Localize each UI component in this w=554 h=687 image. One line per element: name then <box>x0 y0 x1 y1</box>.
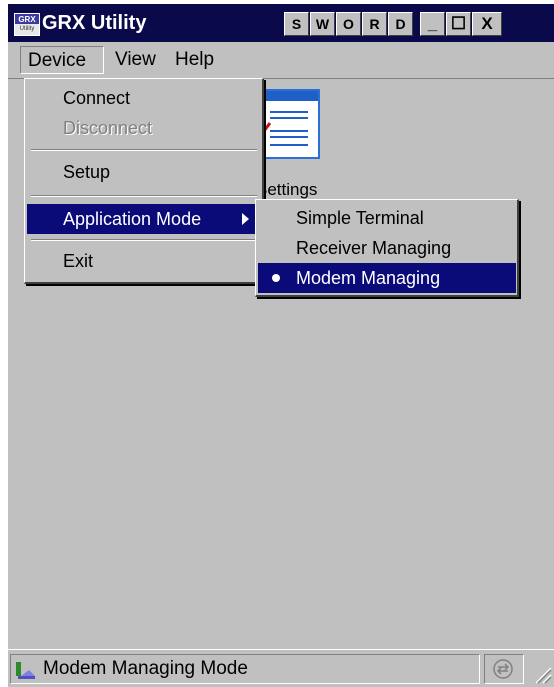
title-button-o[interactable]: O <box>336 12 361 36</box>
submenu-item-modem-managing[interactable]: Modem Managing <box>258 263 516 293</box>
menu-item-exit[interactable]: Exit <box>27 246 261 276</box>
menu-item-application-mode[interactable]: Application Mode <box>27 204 261 234</box>
selected-bullet-icon <box>272 274 280 282</box>
menu-bar: Device View Help <box>8 42 554 78</box>
title-button-d[interactable]: D <box>388 12 413 36</box>
menu-item-disconnect: Disconnect <box>63 118 153 138</box>
app-icon[interactable]: GRX Utility <box>14 13 40 36</box>
menu-device[interactable]: Device <box>20 46 104 74</box>
title-button-s[interactable]: S <box>284 12 309 36</box>
app-icon-text: GRX <box>18 15 36 24</box>
menu-separator <box>31 149 257 151</box>
minimize-button[interactable]: _ <box>420 12 445 36</box>
menu-item-connect[interactable]: Connect <box>27 83 261 113</box>
title-button-w[interactable]: W <box>310 12 335 36</box>
modem-icon <box>16 662 35 679</box>
menu-item-application-mode-label: Application Mode <box>63 209 202 229</box>
maximize-button[interactable]: ☐ <box>446 12 471 36</box>
connection-status-icon <box>493 659 513 679</box>
submenu-item-modem-managing-label: Modem Managing <box>296 268 441 288</box>
application-mode-submenu: Simple Terminal Receiver Managing Modem … <box>255 199 519 297</box>
device-menu-dropdown: Connect Disconnect Setup Application Mod… <box>24 78 264 284</box>
status-bar: Modem Managing Mode <box>8 649 554 687</box>
menu-help[interactable]: Help <box>168 46 221 74</box>
status-pane-indicator <box>484 654 524 684</box>
window-title: GRX Utility <box>42 12 147 34</box>
app-icon-subtext: Utility <box>19 26 35 32</box>
app-window: GRX Utility GRX Utility S W O R D _ ☐ X … <box>8 4 554 687</box>
close-button[interactable]: X <box>472 12 502 36</box>
resize-grip-icon[interactable] <box>528 656 552 684</box>
title-bar[interactable]: GRX Utility GRX Utility S W O R D _ ☐ X <box>8 4 554 42</box>
submenu-item-receiver-managing[interactable]: Receiver Managing <box>258 233 516 263</box>
menu-separator <box>31 195 257 197</box>
submenu-item-simple-terminal[interactable]: Simple Terminal <box>258 203 516 233</box>
menu-view[interactable]: View <box>108 46 163 74</box>
status-pane-main: Modem Managing Mode <box>10 654 480 684</box>
title-button-r[interactable]: R <box>362 12 387 36</box>
settings-label[interactable]: Settings <box>256 180 317 200</box>
menu-item-setup[interactable]: Setup <box>27 157 261 187</box>
submenu-arrow-icon <box>242 213 249 225</box>
menu-separator <box>31 239 257 241</box>
status-text: Modem Managing Mode <box>43 658 248 679</box>
